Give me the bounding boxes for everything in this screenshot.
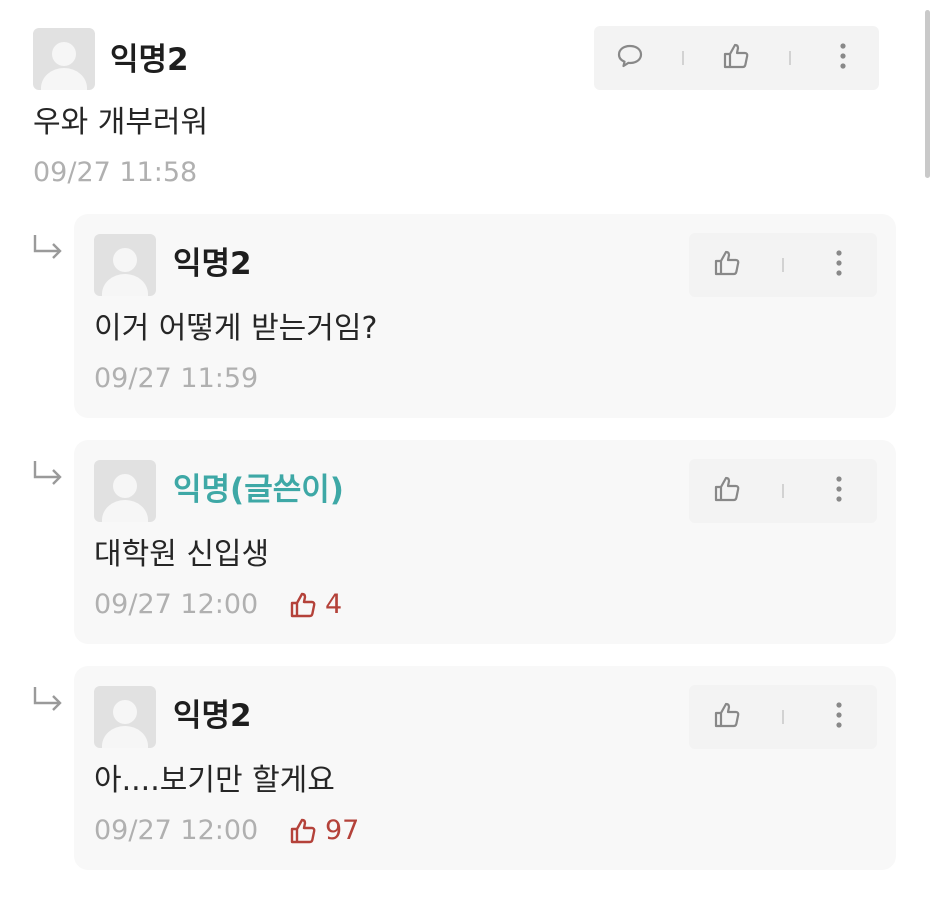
scrollbar[interactable] <box>925 10 930 178</box>
reply-item: 익명2 아....보기만 할게요 09/27 12:00 97 <box>74 666 896 870</box>
reply-timestamp: 09/27 11:59 <box>94 363 259 394</box>
more-button[interactable] <box>819 245 859 285</box>
reply-item: 익명2 이거 어떻게 받는거임? 09/27 11:59 <box>74 214 896 418</box>
like-button[interactable] <box>707 471 747 511</box>
reply-timestamp: 09/27 12:00 <box>94 815 259 846</box>
more-button[interactable] <box>823 38 863 78</box>
more-vertical-icon <box>838 41 848 75</box>
like-count-value: 97 <box>325 815 360 846</box>
comment-content: 우와 개부러워 <box>33 105 209 140</box>
reply-timestamp: 09/27 12:00 <box>94 589 259 620</box>
like-button[interactable] <box>707 697 747 737</box>
thumbs-up-icon <box>721 41 751 75</box>
reply-action-bar <box>689 685 877 749</box>
thumbs-up-icon <box>712 248 742 282</box>
reply-button[interactable] <box>610 38 650 78</box>
reply-content: 대학원 신입생 <box>94 537 270 572</box>
avatar <box>94 460 156 522</box>
comment-action-bar <box>594 26 879 90</box>
thumbs-up-icon <box>712 474 742 508</box>
more-button[interactable] <box>819 697 859 737</box>
divider <box>788 51 791 65</box>
reply-action-bar <box>689 459 877 523</box>
divider <box>781 258 784 272</box>
like-count: 4 <box>288 588 342 622</box>
reply-author: 익명2 <box>173 246 252 282</box>
reply-item: 익명(글쓴이) 대학원 신입생 09/27 12:00 4 <box>74 440 896 644</box>
thumbs-up-icon <box>712 700 742 734</box>
comment-timestamp: 09/27 11:58 <box>33 157 198 188</box>
reply-author: 익명2 <box>173 698 252 734</box>
more-vertical-icon <box>834 700 844 734</box>
divider <box>781 484 784 498</box>
avatar <box>94 686 156 748</box>
more-button[interactable] <box>819 471 859 511</box>
divider <box>682 51 685 65</box>
like-count-value: 4 <box>325 589 343 620</box>
more-vertical-icon <box>834 248 844 282</box>
reply-author: 익명(글쓴이) <box>173 472 344 508</box>
reply-arrow-icon <box>32 232 66 266</box>
divider <box>781 710 784 724</box>
reply-arrow-icon <box>32 458 66 492</box>
comment-author: 익명2 <box>110 42 189 78</box>
more-vertical-icon <box>834 474 844 508</box>
like-button[interactable] <box>707 245 747 285</box>
reply-content: 아....보기만 할게요 <box>94 763 335 798</box>
thumbs-up-icon <box>288 590 318 620</box>
reply-content: 이거 어떻게 받는거임? <box>94 311 378 346</box>
thumbs-up-icon <box>288 816 318 846</box>
like-count: 97 <box>288 814 359 848</box>
speech-bubble-icon <box>615 42 645 74</box>
reply-arrow-icon <box>32 684 66 718</box>
comment-thread: 익명2 우와 개부러워 09/27 11:58 익명2 이거 어떻게 받는거임?… <box>0 0 946 904</box>
reply-action-bar <box>689 233 877 297</box>
like-button[interactable] <box>716 38 756 78</box>
avatar <box>94 234 156 296</box>
avatar <box>33 28 95 90</box>
